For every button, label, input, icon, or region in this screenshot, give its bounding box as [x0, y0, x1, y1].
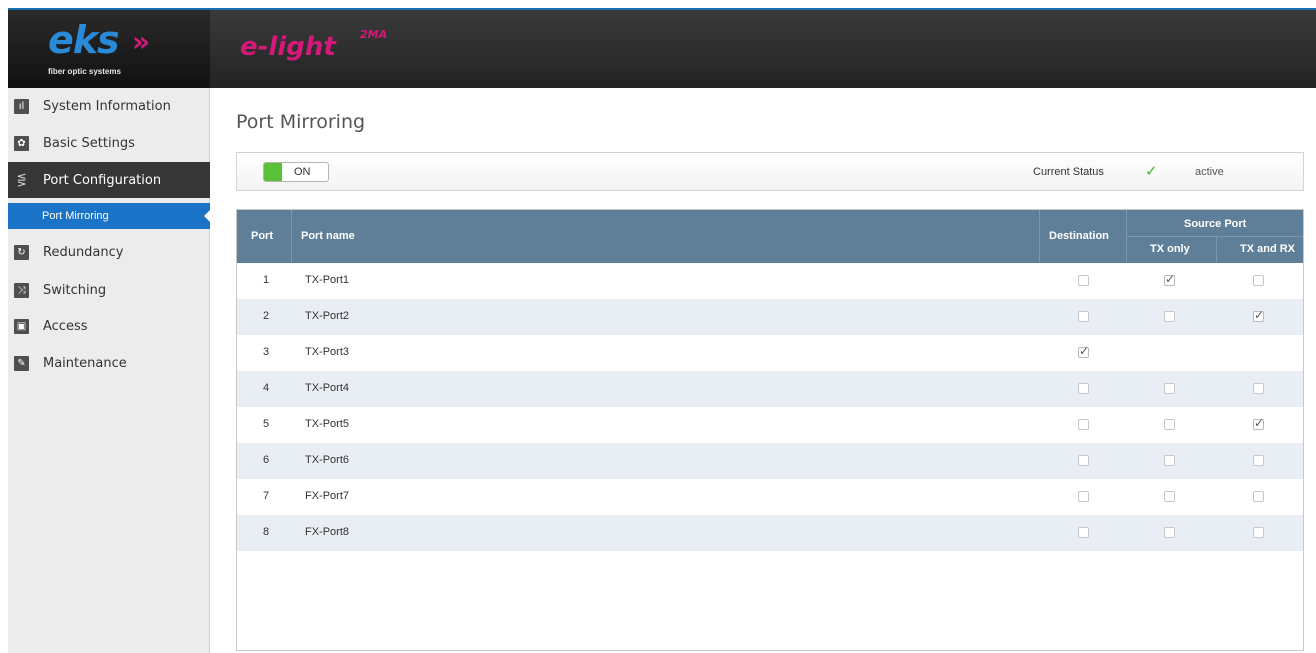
sidebar-item-label: Basic Settings [43, 135, 135, 151]
cell-port-name: FX-Port7 [305, 490, 350, 502]
check-icon: ✓ [1145, 162, 1158, 180]
mirroring-toggle[interactable]: ON [263, 162, 329, 182]
sidebar-item-label: Port Configuration [43, 172, 162, 188]
table-row: 6 TX-Port6 [237, 443, 1303, 479]
active-pointer-icon [204, 209, 211, 223]
th-destination: Destination [1049, 230, 1109, 242]
th-source-port: Source Port [1184, 218, 1247, 230]
tx-and-rx-checkbox[interactable] [1253, 383, 1264, 394]
sidebar-item-switching[interactable]: ⤨ Switching [8, 272, 210, 308]
tx-and-rx-checkbox[interactable] [1253, 308, 1264, 322]
table-header: Port Port name Destination Source Port T… [237, 210, 1303, 263]
lock-icon: ▣ [14, 318, 29, 334]
table-row: 5 TX-Port5 [237, 407, 1303, 443]
status-value: active [1195, 166, 1224, 178]
cell-port: 8 [263, 526, 270, 538]
cell-port: 2 [263, 310, 270, 322]
destination-checkbox[interactable] [1078, 419, 1089, 430]
header-divider [291, 210, 292, 263]
cell-port: 3 [263, 346, 270, 358]
table-row: 7 FX-Port7 [237, 479, 1303, 515]
header: eks » fiber optic systems e-light 2MA [8, 10, 1316, 88]
table-row: 2 TX-Port2 [237, 299, 1303, 335]
sidebar-item-label: Redundancy [43, 244, 124, 260]
sidebar-item-label: Maintenance [43, 355, 127, 371]
cell-port: 7 [263, 490, 270, 502]
cell-port-name: TX-Port4 [305, 382, 350, 394]
cell-port-name: TX-Port2 [305, 310, 350, 322]
destination-checkbox[interactable] [1078, 383, 1089, 394]
tx-and-rx-checkbox[interactable] [1253, 416, 1264, 430]
status-bar: ON Current Status ✓ active [236, 152, 1304, 191]
cell-port-name: FX-Port8 [305, 526, 350, 538]
header-divider [1126, 236, 1303, 237]
sidebar-item-label: System Information [43, 98, 171, 114]
destination-checkbox[interactable] [1078, 527, 1089, 538]
page-title: Port Mirroring [236, 111, 366, 133]
sidebar: ıl System Information ✿ Basic Settings ⋚… [8, 88, 211, 653]
cell-port-name: TX-Port5 [305, 418, 350, 430]
sidebar-item-label: Access [43, 318, 88, 334]
toggle-on-indicator [264, 163, 282, 181]
eks-logo[interactable]: eks » fiber optic systems [8, 10, 210, 88]
header-divider [1216, 236, 1217, 263]
sidebar-subitem-label: Port Mirroring [42, 210, 109, 222]
sidebar-item-label: Switching [43, 282, 107, 298]
sidebar-item-access[interactable]: ▣ Access [8, 308, 210, 344]
table-row: 4 TX-Port4 [237, 371, 1303, 407]
wrench-icon: ✎ [14, 355, 29, 371]
sidebar-item-redundancy[interactable]: ↻ Redundancy [8, 234, 210, 270]
tx-only-checkbox[interactable] [1164, 311, 1175, 322]
destination-checkbox[interactable] [1078, 311, 1089, 322]
redundancy-icon: ↻ [14, 244, 29, 260]
cell-port: 5 [263, 418, 270, 430]
product-brand: e-light [240, 32, 336, 62]
table-row: 1 TX-Port1 [237, 263, 1303, 299]
table-row: 8 FX-Port8 [237, 515, 1303, 551]
cell-port: 6 [263, 454, 270, 466]
cell-port-name: TX-Port3 [305, 346, 350, 358]
destination-checkbox[interactable] [1078, 455, 1089, 466]
destination-checkbox[interactable] [1078, 275, 1089, 286]
sidebar-item-system-information[interactable]: ıl System Information [8, 88, 210, 124]
tx-only-checkbox[interactable] [1164, 491, 1175, 502]
destination-checkbox[interactable] [1078, 344, 1089, 358]
tx-only-checkbox[interactable] [1164, 527, 1175, 538]
tx-and-rx-checkbox[interactable] [1253, 455, 1264, 466]
tx-only-checkbox[interactable] [1164, 419, 1175, 430]
tx-only-checkbox[interactable] [1164, 272, 1175, 286]
product-brand-suffix: 2MA [360, 28, 388, 41]
logo-subtitle: fiber optic systems [48, 67, 121, 76]
logo-arrows-icon: » [132, 25, 150, 58]
th-tx-only: TX only [1150, 243, 1190, 255]
toggle-label: ON [294, 166, 311, 178]
app-window: eks » fiber optic systems e-light 2MA ıl… [0, 0, 1316, 653]
sidebar-item-maintenance[interactable]: ✎ Maintenance [8, 345, 210, 381]
th-port-name: Port name [301, 230, 355, 242]
port-icon: ⋚ [16, 173, 27, 187]
tx-and-rx-checkbox[interactable] [1253, 491, 1264, 502]
sidebar-item-basic-settings[interactable]: ✿ Basic Settings [8, 125, 210, 161]
switch-icon: ⤨ [14, 282, 29, 298]
cell-port: 1 [263, 274, 270, 286]
tx-only-checkbox[interactable] [1164, 455, 1175, 466]
chart-icon: ıl [14, 98, 29, 114]
tx-and-rx-checkbox[interactable] [1253, 527, 1264, 538]
table-row: 3 TX-Port3 [237, 335, 1303, 371]
th-tx-and-rx: TX and RX [1240, 243, 1296, 255]
tx-and-rx-checkbox[interactable] [1253, 275, 1264, 286]
cell-port-name: TX-Port1 [305, 274, 350, 286]
logo-main-text: eks [48, 18, 120, 62]
cell-port: 4 [263, 382, 270, 394]
sidebar-subitem-port-mirroring[interactable]: Port Mirroring [8, 203, 211, 229]
th-port: Port [251, 230, 273, 242]
current-status-label: Current Status [1033, 166, 1104, 178]
header-divider [1039, 210, 1040, 263]
tx-only-checkbox[interactable] [1164, 383, 1175, 394]
sidebar-item-port-configuration[interactable]: ⋚ Port Configuration [8, 162, 210, 198]
port-mirroring-table: Port Port name Destination Source Port T… [236, 209, 1304, 651]
cell-port-name: TX-Port6 [305, 454, 350, 466]
destination-checkbox[interactable] [1078, 491, 1089, 502]
gear-icon: ✿ [14, 135, 29, 151]
